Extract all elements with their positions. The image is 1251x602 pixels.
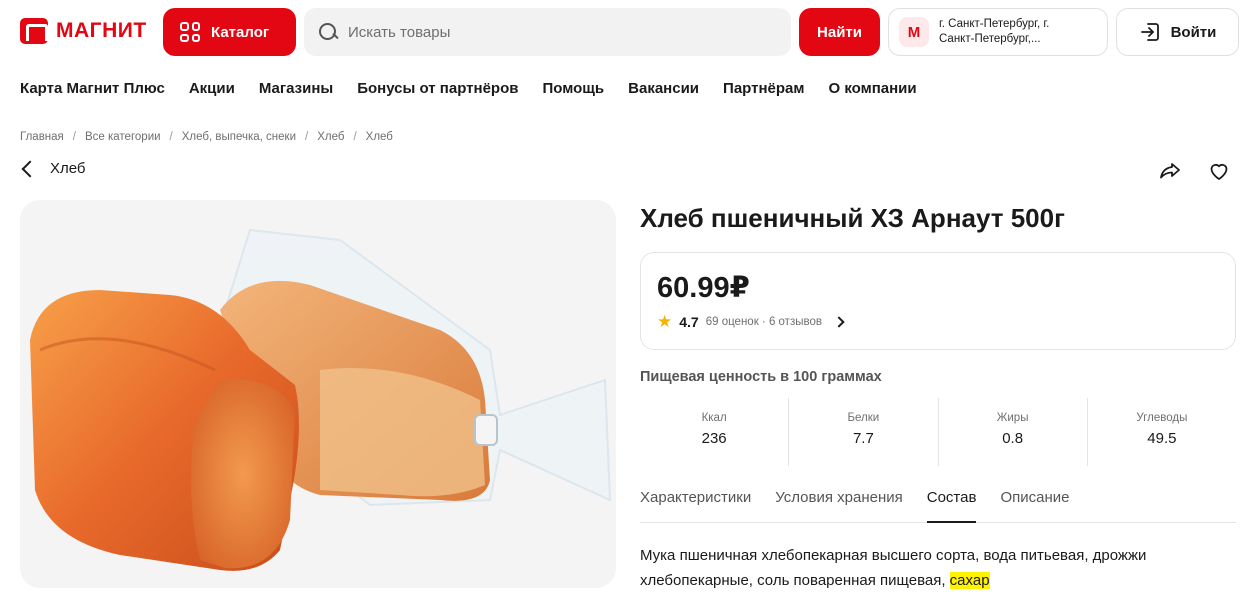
main-nav: Карта Магнит Плюс Акции Магазины Бонусы … <box>20 80 917 97</box>
breadcrumb-item[interactable]: Хлеб <box>317 131 344 143</box>
price-card: 60.99₽ ★ 4.7 69 оценок · 6 отзывов <box>640 252 1236 350</box>
rating-value: 4.7 <box>679 313 699 330</box>
nutrition-table: Ккал 236 Белки 7.7 Жиры 0.8 Углеводы 49.… <box>640 398 1236 466</box>
reviews-count: 69 оценок · 6 отзывов <box>705 315 822 328</box>
nutrition-value: 7.7 <box>852 430 874 447</box>
search-box <box>304 8 791 56</box>
nutrition-fat: Жиры 0.8 <box>939 398 1088 466</box>
breadcrumb-item[interactable]: Хлеб, выпечка, снеки <box>182 131 296 143</box>
search-icon <box>318 22 338 42</box>
breadcrumb-item[interactable]: Главная <box>20 131 64 143</box>
nutrition-title: Пищевая ценность в 100 граммах <box>640 369 882 385</box>
nutrition-kcal: Ккал 236 <box>640 398 790 466</box>
chevron-right-icon <box>833 315 845 328</box>
star-icon: ★ <box>657 312 673 331</box>
nav-item-partners[interactable]: Партнёрам <box>723 80 804 97</box>
store-address: г. Санкт-Петербург, г. Санкт-Петербург,.… <box>939 17 1104 47</box>
back-link[interactable]: Хлеб <box>20 160 86 177</box>
back-link-label: Хлеб <box>50 160 86 177</box>
composition-highlight: сахар <box>949 572 990 589</box>
nav-item-stores[interactable]: Магазины <box>259 80 333 97</box>
catalog-button[interactable]: Каталог <box>163 8 296 56</box>
nav-item-vacancies[interactable]: Вакансии <box>628 80 699 97</box>
nav-item-magnit-plus[interactable]: Карта Магнит Плюс <box>20 80 165 97</box>
header: МАГНИТ Каталог Найти М г. Санкт-Петербур… <box>0 0 1251 64</box>
chevron-left-icon <box>21 160 39 177</box>
nutrition-carbs: Углеводы 49.5 <box>1088 398 1236 466</box>
bread-image <box>30 228 612 571</box>
catalog-grid-icon <box>180 22 200 42</box>
nutrition-value: 49.5 <box>1147 430 1177 447</box>
tab-characteristics[interactable]: Характеристики <box>640 484 751 523</box>
share-icon[interactable] <box>1158 159 1182 183</box>
find-button[interactable]: Найти <box>799 8 880 56</box>
tab-storage[interactable]: Условия хранения <box>775 484 903 523</box>
tab-composition[interactable]: Состав <box>926 484 977 523</box>
nav-item-partner-bonuses[interactable]: Бонусы от партнёров <box>357 80 518 97</box>
nutrition-label: Углеводы <box>1136 412 1188 424</box>
nav-item-help[interactable]: Помощь <box>542 80 604 97</box>
nutrition-label: Жиры <box>996 412 1029 424</box>
login-button-label: Войти <box>1170 23 1217 41</box>
nav-item-promotions[interactable]: Акции <box>189 80 235 97</box>
search-input[interactable] <box>348 23 768 41</box>
nutrition-label: Белки <box>847 412 880 424</box>
nutrition-value: 0.8 <box>1002 430 1024 447</box>
composition-text: Мука пшеничная хлебопекарная высшего сор… <box>640 543 1230 593</box>
product-price: 60.99₽ <box>657 272 750 304</box>
product-image[interactable] <box>20 200 616 588</box>
store-address-line1: г. Санкт-Петербург, г. <box>939 18 1050 30</box>
logo-icon <box>20 18 48 44</box>
product-tabs: Характеристики Условия хранения Состав О… <box>640 484 1236 523</box>
logo-text: МАГНИТ <box>56 19 147 42</box>
breadcrumb-current: Хлеб <box>365 131 393 143</box>
breadcrumb-item[interactable]: Все категории <box>85 131 161 143</box>
login-button[interactable]: Войти <box>1116 8 1239 56</box>
tab-description[interactable]: Описание <box>1000 484 1069 523</box>
nutrition-label: Ккал <box>701 412 727 424</box>
catalog-button-label: Каталог <box>211 23 270 41</box>
store-address-line2: Санкт-Петербург,... <box>939 33 1041 45</box>
logo[interactable]: МАГНИТ <box>20 18 147 44</box>
nutrition-protein: Белки 7.7 <box>789 398 939 466</box>
heart-icon[interactable] <box>1207 159 1231 183</box>
login-icon <box>1140 23 1159 41</box>
rating-link[interactable]: ★ 4.7 69 оценок · 6 отзывов <box>657 312 845 331</box>
nutrition-value: 236 <box>701 430 727 447</box>
store-badge-icon: М <box>899 17 929 47</box>
store-selector[interactable]: М г. Санкт-Петербург, г. Санкт-Петербург… <box>888 8 1108 56</box>
composition-body: Мука пшеничная хлебопекарная высшего сор… <box>640 547 1147 589</box>
nav-item-about[interactable]: О компании <box>828 80 916 97</box>
breadcrumb: Главная / Все категории / Хлеб, выпечка, с… <box>20 131 393 143</box>
product-title: Хлеб пшеничный ХЗ Арнаут 500г <box>640 203 1065 233</box>
